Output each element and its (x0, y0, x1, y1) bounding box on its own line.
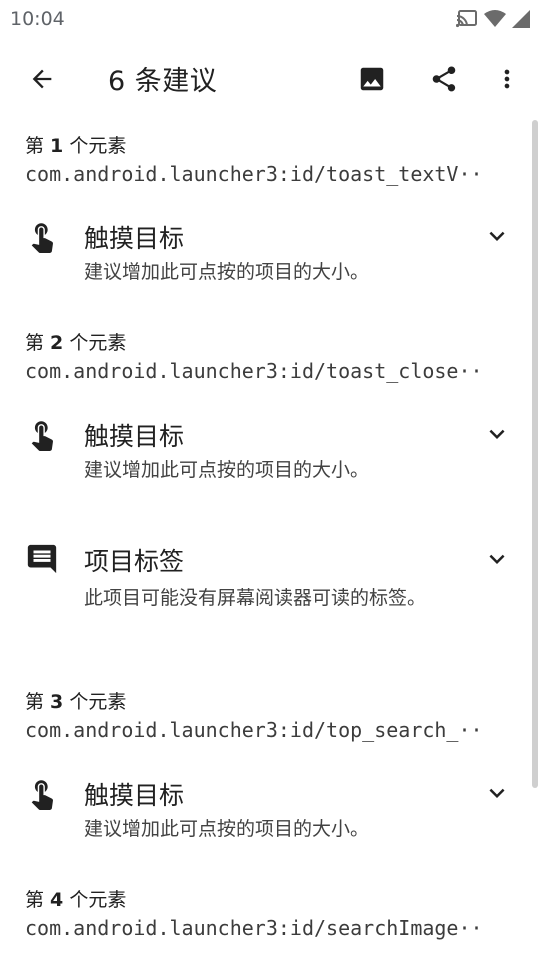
element-header: 第 1 个元素 com.android.launcher3:id/toast_t… (25, 131, 483, 186)
element-label: 第 3 个元素 (25, 691, 127, 713)
arrow-back-icon (32, 69, 52, 88)
share-icon (432, 66, 456, 91)
suggestion-description: 建议增加此可点按的项目的大小。 (84, 261, 370, 283)
element-label: 第 4 个元素 (25, 889, 127, 911)
suggestion-description: 建议增加此可点按的项目的大小。 (84, 459, 370, 481)
element-id: com.android.launcher3:id/toast_close·· (25, 359, 483, 383)
element-header: 第 3 个元素 com.android.launcher3:id/top_sea… (25, 687, 483, 742)
cast-icon (456, 9, 477, 27)
suggestion-title: 项目标签 (84, 547, 185, 576)
suggestion-title: 触摸目标 (84, 422, 185, 451)
touch-target-icon (31, 780, 53, 810)
chevron-down-icon[interactable] (482, 419, 512, 449)
suggestion-list[interactable]: 第 1 个元素 com.android.launcher3:id/toast_t… (0, 120, 540, 960)
status-bar: 10:04 (0, 0, 540, 37)
touch-target-icon (31, 421, 53, 451)
image-icon (360, 67, 384, 90)
suggestion-description: 建议增加此可点按的项目的大小。 (84, 818, 370, 840)
element-header: 第 4 个元素 com.android.launcher3:id/searchI… (25, 885, 483, 940)
image-button[interactable] (348, 55, 396, 103)
chevron-down-icon[interactable] (482, 778, 512, 808)
app-toolbar: 6 条建议 (0, 37, 540, 120)
chevron-down-icon[interactable] (482, 221, 512, 251)
element-header: 第 2 个元素 com.android.launcher3:id/toast_c… (25, 328, 483, 383)
chevron-down-icon[interactable] (482, 544, 512, 574)
wifi-icon (484, 9, 506, 27)
element-id: com.android.launcher3:id/searchImage·· (25, 916, 483, 940)
suggestion-title: 触摸目标 (84, 224, 185, 253)
status-time: 10:04 (10, 7, 65, 30)
element-label: 第 2 个元素 (25, 332, 127, 354)
comment-icon (27, 544, 57, 574)
signal-icon (512, 9, 530, 28)
touch-target-icon (31, 223, 53, 253)
suggestion-description: 此项目可能没有屏幕阅读器可读的标签。 (84, 587, 427, 609)
element-id: com.android.launcher3:id/top_search_·· (25, 718, 483, 742)
scrollbar[interactable] (532, 120, 538, 788)
element-id: com.android.launcher3:id/toast_textV·· (25, 162, 483, 186)
more-options-button[interactable] (483, 55, 531, 103)
status-icons (456, 9, 530, 28)
back-button[interactable] (18, 55, 66, 103)
suggestion-title: 触摸目标 (84, 781, 185, 810)
more-vert-icon (504, 69, 510, 88)
page-title: 6 条建议 (108, 66, 218, 97)
share-button[interactable] (420, 55, 468, 103)
element-label: 第 1 个元素 (25, 135, 127, 157)
